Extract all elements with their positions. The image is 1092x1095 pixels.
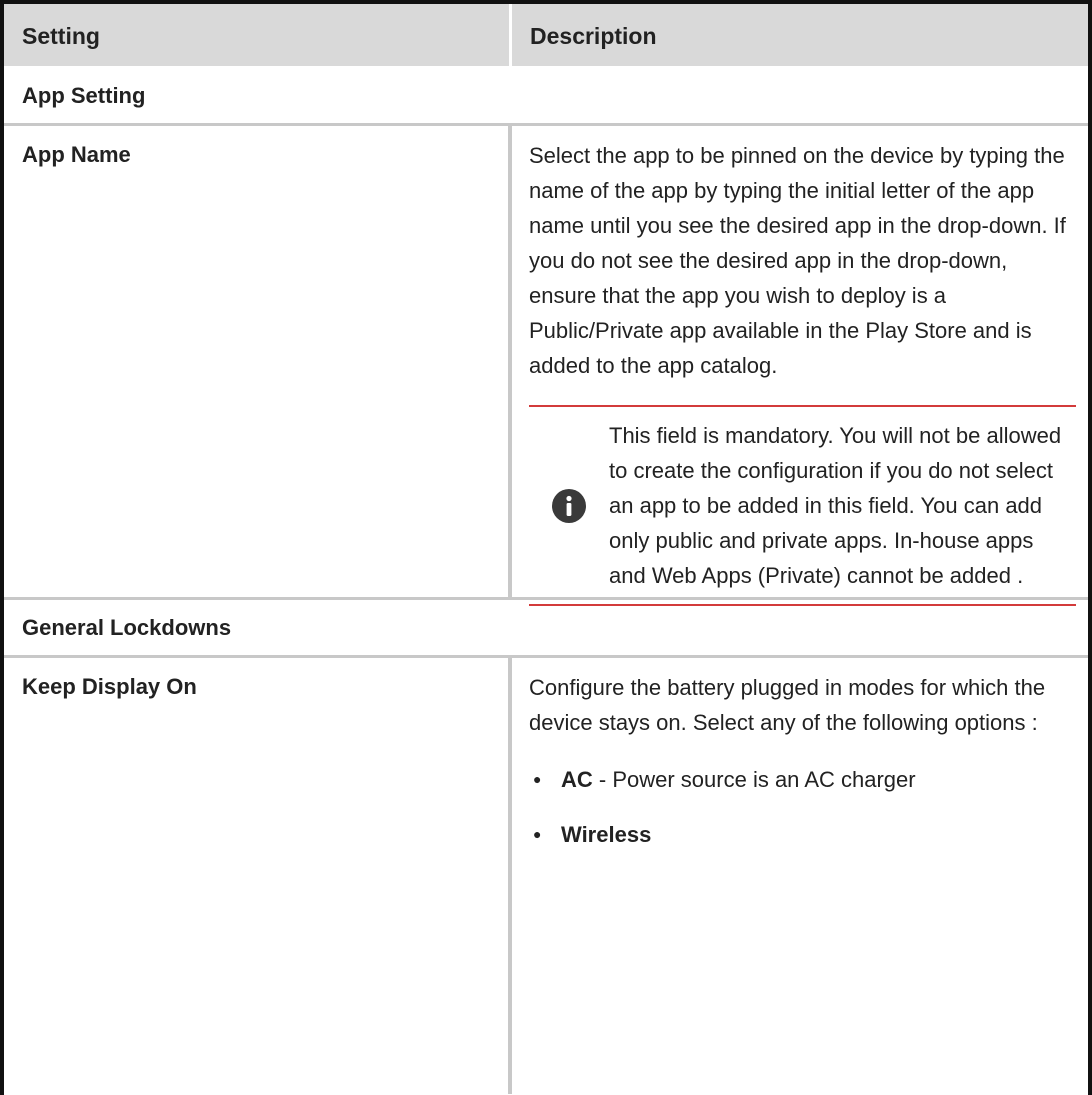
table-header-row: Setting Description — [4, 4, 1088, 68]
option-name: AC — [561, 767, 593, 792]
header-setting: Setting — [4, 4, 512, 66]
option-name: Wireless — [561, 822, 652, 847]
table-row-app-name: App Name Select the app to be pinned on … — [4, 126, 1088, 606]
header-description: Description — [530, 23, 657, 49]
list-item: ● Wireless — [529, 817, 1078, 852]
setting-description: Select the app to be pinned on the devic… — [529, 143, 1066, 378]
settings-table: Setting Description App Setting App Name… — [0, 0, 1092, 1095]
section-title-general-lockdowns: General Lockdowns — [4, 600, 1088, 658]
option-text: - Power source is an AC charger — [592, 767, 916, 792]
table-row-keep-display-on: Keep Display On Configure the battery pl… — [4, 658, 1088, 1094]
setting-description-cell: Configure the battery plugged in modes f… — [512, 658, 1088, 1094]
bullet-icon: ● — [533, 826, 542, 842]
note-box: This field is mandatory. You will not be… — [529, 405, 1076, 606]
setting-description-cell: Select the app to be pinned on the devic… — [512, 126, 1088, 606]
section-title-app-setting: App Setting — [4, 68, 1088, 126]
bullet-icon: ● — [533, 771, 542, 787]
note-text: This field is mandatory. You will not be… — [609, 423, 1062, 588]
setting-name: App Name — [4, 126, 512, 597]
option-list: ● AC - Power source is an AC charger ● W… — [529, 762, 1078, 852]
setting-name: Keep Display On — [4, 658, 512, 1094]
setting-description: Configure the battery plugged in modes f… — [529, 675, 1046, 735]
list-item: ● AC - Power source is an AC charger — [529, 762, 1078, 797]
info-icon — [529, 488, 609, 523]
